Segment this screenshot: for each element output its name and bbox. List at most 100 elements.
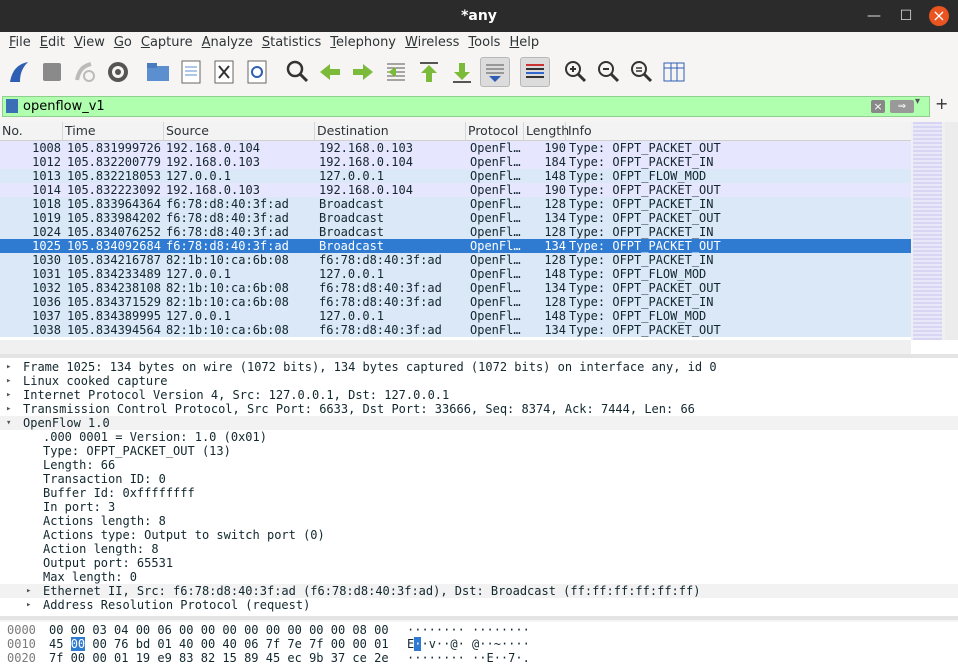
expand-arrow-icon[interactable]: ▸	[6, 388, 11, 402]
display-filter-input[interactable]	[23, 98, 843, 114]
detail-row[interactable]: ▸ Linux cooked capture	[0, 374, 958, 388]
packet-row[interactable]: 1018 105.833964364 f6:78:d8:40:3f:ad Broadc…	[0, 197, 911, 211]
packet-row[interactable]: 1036 105.834371529 82:1b:10:ca:6b:08 f6:78:…	[0, 295, 911, 309]
column-protocol[interactable]: Protocol	[466, 122, 524, 140]
detail-row[interactable]: ▸ Frame 1025: 134 bytes on wire (1072 bit…	[0, 360, 958, 374]
detail-row[interactable]: Buffer Id: 0xffffffff	[0, 486, 958, 500]
hex-bytes[interactable]: 7f 00 00 01 19 e9 83 82 15 89 45 ec 9b 3…	[49, 651, 389, 665]
expand-arrow-icon[interactable]: ▸	[6, 360, 11, 374]
pane-divider[interactable]	[0, 616, 958, 620]
start-capture-icon[interactable]	[6, 58, 34, 86]
menu-go[interactable]: Go	[105, 32, 132, 54]
detail-row[interactable]: ▾ OpenFlow 1.0	[0, 416, 958, 430]
horizontal-scrollbar[interactable]	[0, 340, 911, 354]
go-last-packet-icon[interactable]	[448, 58, 476, 86]
colorize-icon[interactable]	[520, 57, 550, 87]
column-no[interactable]: No.	[0, 122, 63, 140]
hex-bytes[interactable]: 00 00 03 04 00 06 00 00 00 00 00 00 00 0…	[49, 623, 389, 637]
column-destination[interactable]: Destination	[315, 122, 466, 140]
capture-options-icon[interactable]	[104, 58, 132, 86]
hex-ascii[interactable]: ········ ··E··7·.	[407, 651, 530, 665]
packet-row[interactable]: 1038 105.834394564 82:1b:10:ca:6b:08 f6:78:…	[0, 323, 911, 337]
column-info[interactable]: Info	[566, 122, 911, 140]
menu-view[interactable]: View	[65, 32, 105, 54]
hex-ascii[interactable]: E··v··@· @··~····	[407, 637, 530, 651]
collapse-arrow-icon[interactable]: ▾	[6, 416, 11, 430]
menu-capture[interactable]: Capture	[132, 32, 193, 54]
open-file-icon[interactable]	[144, 58, 172, 86]
detail-row[interactable]: In port: 3	[0, 500, 958, 514]
detail-row[interactable]: ▸ Ethernet II, Src: f6:78:d8:40:3f:ad (f6…	[0, 584, 958, 598]
apply-filter-icon[interactable]: ⇒	[890, 100, 914, 113]
column-time[interactable]: Time	[63, 122, 164, 140]
detail-row[interactable]: Actions length: 8	[0, 514, 958, 528]
menu-statistics[interactable]: Statistics	[253, 32, 321, 54]
go-to-packet-icon[interactable]	[382, 58, 410, 86]
auto-scroll-icon[interactable]	[480, 57, 510, 87]
expand-arrow-icon[interactable]: ▸	[26, 584, 31, 598]
packet-row[interactable]: 1037 105.834389995 127.0.0.1 127.0.0.1 OpenF…	[0, 309, 911, 323]
packet-row[interactable]: 1012 105.832200779 192.168.0.103 192.168.0.…	[0, 155, 911, 169]
detail-row[interactable]: Action length: 8	[0, 542, 958, 556]
detail-text: Action length: 8	[43, 542, 159, 556]
normal-size-icon[interactable]	[627, 58, 655, 86]
menu-tools[interactable]: Tools	[459, 32, 500, 54]
go-back-icon[interactable]	[316, 58, 344, 86]
menu-wireless[interactable]: Wireless	[396, 32, 459, 54]
go-first-packet-icon[interactable]	[415, 58, 443, 86]
detail-row[interactable]: ▸ Internet Protocol Version 4, Src: 127.0…	[0, 388, 958, 402]
menu-telephony[interactable]: Telephony	[321, 32, 396, 54]
packet-no: 1036	[32, 295, 61, 309]
expand-arrow-icon[interactable]: ▸	[26, 598, 31, 612]
expand-arrow-icon[interactable]: ▸	[6, 374, 11, 388]
packet-row[interactable]: 1013 105.832218053 127.0.0.1 127.0.0.1 OpenF…	[0, 169, 911, 183]
clear-filter-icon[interactable]: ×	[871, 100, 885, 113]
go-forward-icon[interactable]	[349, 58, 377, 86]
packet-row[interactable]: 1019 105.833984202 f6:78:d8:40:3f:ad Broadc…	[0, 211, 911, 225]
packet-row[interactable]: 1025 105.834092684 f6:78:d8:40:3f:ad Broadc…	[0, 239, 911, 253]
reload-file-icon[interactable]	[243, 58, 271, 86]
expand-arrow-icon[interactable]: ▸	[6, 402, 11, 416]
maximize-icon[interactable]: ☐	[896, 6, 916, 26]
menu-edit[interactable]: Edit	[31, 32, 65, 54]
hex-ascii[interactable]: ········ ········	[407, 623, 530, 637]
filter-history-dropdown-icon[interactable]: ▾	[915, 96, 920, 107]
zoom-in-icon[interactable]	[561, 58, 589, 86]
vertical-scrollbar[interactable]	[945, 122, 958, 340]
find-packet-icon[interactable]	[283, 58, 311, 86]
menu-file[interactable]: File	[0, 32, 31, 54]
bookmark-icon[interactable]	[6, 99, 18, 113]
column-source[interactable]: Source	[164, 122, 315, 140]
detail-row[interactable]: .000 0001 = Version: 1.0 (0x01)	[0, 430, 958, 444]
close-icon[interactable]: ×	[929, 6, 949, 26]
packet-row[interactable]: 1030 105.834216787 82:1b:10:ca:6b:08 f6:78:…	[0, 253, 911, 267]
detail-row[interactable]: Transaction ID: 0	[0, 472, 958, 486]
close-file-icon[interactable]	[210, 58, 238, 86]
detail-row[interactable]: Max length: 0	[0, 570, 958, 584]
detail-row[interactable]: Type: OFPT_PACKET_OUT (13)	[0, 444, 958, 458]
detail-row[interactable]: Length: 66	[0, 458, 958, 472]
detail-row[interactable]: Output port: 65531	[0, 556, 958, 570]
detail-row[interactable]: ▸ Address Resolution Protocol (request)	[0, 598, 958, 612]
detail-row[interactable]: ▸ Transmission Control Protocol, Src Port…	[0, 402, 958, 416]
packet-list-minimap[interactable]	[911, 122, 958, 340]
restart-capture-icon[interactable]	[71, 58, 99, 86]
detail-row[interactable]: Actions type: Output to switch port (0)	[0, 528, 958, 542]
packet-src: f6:78:d8:40:3f:ad	[166, 197, 289, 211]
packet-proto: OpenFl…	[470, 141, 521, 155]
zoom-out-icon[interactable]	[594, 58, 622, 86]
minimize-icon[interactable]: —	[864, 6, 884, 26]
packet-row[interactable]: 1031 105.834233489 127.0.0.1 127.0.0.1 OpenF…	[0, 267, 911, 281]
menu-analyze[interactable]: Analyze	[193, 32, 253, 54]
hex-bytes[interactable]: 45 00 00 76 bd 01 40 00 40 06 7f 7e 7f 0…	[49, 637, 389, 651]
menu-help[interactable]: Help	[500, 32, 539, 54]
packet-row[interactable]: 1032 105.834238108 82:1b:10:ca:6b:08 f6:78:…	[0, 281, 911, 295]
column-length[interactable]: Length	[524, 122, 569, 140]
save-file-icon[interactable]	[177, 58, 205, 86]
packet-row[interactable]: 1008 105.831999726 192.168.0.104 192.168.0.…	[0, 141, 911, 155]
add-filter-button-icon[interactable]: +	[935, 94, 948, 113]
stop-capture-icon[interactable]	[38, 58, 66, 86]
packet-row[interactable]: 1024 105.834076252 f6:78:d8:40:3f:ad Broadc…	[0, 225, 911, 239]
packet-row[interactable]: 1014 105.832223092 192.168.0.103 192.168.0.…	[0, 183, 911, 197]
resize-columns-icon[interactable]	[660, 58, 688, 86]
